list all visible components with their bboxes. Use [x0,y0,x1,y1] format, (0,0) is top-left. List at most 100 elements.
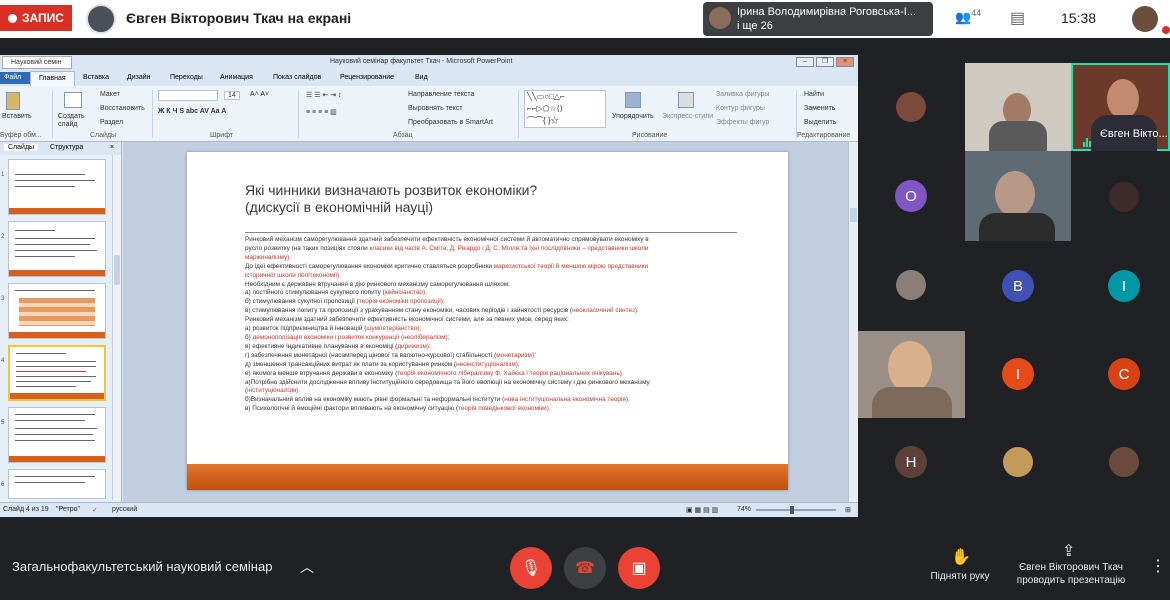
slide-thumbnail-3[interactable] [8,283,106,339]
zoom-slider[interactable] [756,506,836,514]
ribbon-tab-insert[interactable]: Вставка [83,74,109,81]
leave-call-button[interactable]: ☎ [564,547,606,589]
shape-outline-button[interactable]: Контур фигуры [716,105,765,112]
paste-button[interactable]: Вставить [2,113,32,120]
quick-styles-icon[interactable] [678,92,694,108]
shape-effects-button[interactable]: Эффекты фигур [716,119,769,126]
line-highlight: демонополізація економіки і розвиток кон… [252,333,450,341]
panel-scrollbar[interactable] [112,155,121,500]
participant-avatar[interactable]: I [1108,270,1140,302]
slide-thumbnail-6[interactable] [8,469,106,499]
ppt-doc-tab[interactable]: Науковий семін [2,56,72,69]
ribbon-tab-design[interactable]: Дизайн [127,74,151,81]
font-name-box[interactable] [158,90,218,101]
ribbon-tab-file[interactable]: Файл [0,72,30,84]
ribbon-tab-animation[interactable]: Анимация [220,74,253,81]
more-options-icon[interactable]: ⋮ [1150,556,1166,576]
presenting-status[interactable]: Євген Вікторович Ткач проводить презента… [1006,561,1136,587]
font-size-box[interactable]: 14 [224,91,240,100]
reset-button[interactable]: Восстановить [100,105,145,112]
restore-button[interactable]: ❐ [816,57,834,67]
ppt-title-bar: Науковий семін Науковий семінар факульте… [0,55,858,70]
list-icons[interactable]: ☰ ☰ ⇤ ⇥ ↕ [306,91,342,99]
quick-styles-button[interactable]: Экспресс-стили [662,113,713,120]
slide-counter: Слайд 4 из 19 [3,506,49,513]
slide-thumbnail-1[interactable] [8,159,106,215]
mic-off-button[interactable]: 🎙 [510,547,552,589]
minimize-button[interactable]: – [796,57,814,67]
new-slide-icon[interactable] [64,92,82,108]
ribbon-tab-view[interactable]: Вид [415,74,428,81]
slide-thumbnail-5[interactable] [8,407,106,463]
participant-avatar[interactable] [896,270,926,300]
view-buttons[interactable]: ▣ ▦ ▤ ▥ [686,506,718,514]
participant-avatar[interactable]: I [1002,358,1034,390]
text-direction-button[interactable]: Направление текста [408,91,474,98]
line-highlight: кейнсіанство); [384,289,427,297]
ribbon-tab-review[interactable]: Рецензирование [340,74,394,81]
ribbon-tab-transitions[interactable]: Переходы [170,74,203,81]
participant-video[interactable] [965,151,1071,241]
participant-video[interactable] [965,63,1071,151]
font-format-icons[interactable]: Ж К Ч S abc AV Aa A [158,108,226,115]
smartart-button[interactable]: Преобразовать в SmartArt [408,119,493,126]
layout-button[interactable]: Макет [100,91,120,98]
active-speaker-chip[interactable]: Ірина Володимирівна Роговська-І... і ще … [703,2,933,36]
find-button[interactable]: Найти [804,91,824,98]
participant-avatar[interactable]: H [895,446,927,478]
slide-thumbnail-4[interactable] [8,345,106,401]
close-button[interactable]: × [836,57,854,67]
font-grow-icon[interactable]: A˄ A˅ [250,91,269,98]
slide-body-line: в) стимулювання попиту та пропозиції з у… [245,307,745,316]
chevron-up-icon[interactable]: ︿ [300,557,314,577]
arrange-button[interactable]: Упорядочить [612,113,654,120]
select-button[interactable]: Выделить [804,119,836,126]
section-button[interactable]: Раздел [100,119,123,126]
chat-icon[interactable]: ▤ [1010,8,1025,28]
slide-body-line: д) зменшення трансакційних витрат як пла… [245,361,745,370]
slide-thumbnail-2[interactable] [8,221,106,277]
speaker-avatar [709,7,731,29]
raise-hand-label[interactable]: Підняти руку [920,570,1000,583]
canvas-scrollbar[interactable] [848,142,858,502]
paste-icon[interactable] [6,92,20,110]
participant-avatar[interactable] [1109,447,1139,477]
my-avatar[interactable] [1132,6,1158,32]
participant-avatar[interactable]: C [1108,358,1140,390]
slide-body-line: Необхідним є державне втручання в дію ри… [245,281,745,290]
camera-off-button[interactable]: ▣ [618,547,660,589]
participant-avatar[interactable] [896,92,926,122]
shape-fill-button[interactable]: Заливка фигуры [716,91,769,98]
ribbon-tab-home[interactable]: Главная [30,71,75,86]
line-highlight: історичної школи політекономії). [245,271,342,279]
panel-tab-outline[interactable]: Структура [50,144,83,151]
raise-hand-icon[interactable]: ✋ [951,547,971,567]
line-highlight: теорія економічного лібералізму Ф. Хайєк… [397,369,624,377]
align-text-button[interactable]: Выровнять текст [408,105,463,112]
current-slide[interactable]: Які чинники визначають розвиток економік… [187,152,788,490]
ribbon-tab-slideshow[interactable]: Показ слайдов [273,74,321,81]
slide-body-line: г) забезпечення монетарної (насамперед ц… [245,352,745,361]
fit-window-icon[interactable]: ⊞ [845,506,851,514]
meeting-title[interactable]: Загальнофакультетський науковий семінар [12,559,272,574]
participant-avatar[interactable]: O [895,180,927,212]
participant-avatar[interactable]: B [1002,270,1034,302]
present-icon[interactable]: ⇪ [1062,541,1075,561]
participant-avatar[interactable] [1003,447,1033,477]
align-icons[interactable]: ≡ ≡ ≡ ≡ ▥ [306,108,337,116]
participant-avatar[interactable] [1109,182,1139,212]
panel-tabs: Слайды Структура × [0,142,121,155]
spellcheck-icon[interactable]: ✓ [92,506,98,514]
slide-body-line: історичної школи політекономії). [245,272,745,281]
panel-tab-slides[interactable]: Слайды [4,144,39,151]
shapes-gallery[interactable]: ╲╲▭○□△⌐ ⌐⌐▷⬠☆⟨⟩ ⌒⌒{ }☆ [524,90,606,128]
arrange-icon[interactable] [625,92,641,108]
line-highlight: маржиналізму). [245,253,292,261]
line-text: а) постійного стимулювання сукупного поп… [245,289,385,297]
panel-close-icon[interactable]: × [110,144,114,151]
line-text: б)Визначальний вплив на економіку мають … [245,396,505,404]
new-slide-button[interactable]: Создать слайд [58,113,88,129]
people-button[interactable]: 👥44 [955,8,981,25]
replace-button[interactable]: Заменить [804,105,835,112]
participant-video[interactable] [858,331,965,418]
